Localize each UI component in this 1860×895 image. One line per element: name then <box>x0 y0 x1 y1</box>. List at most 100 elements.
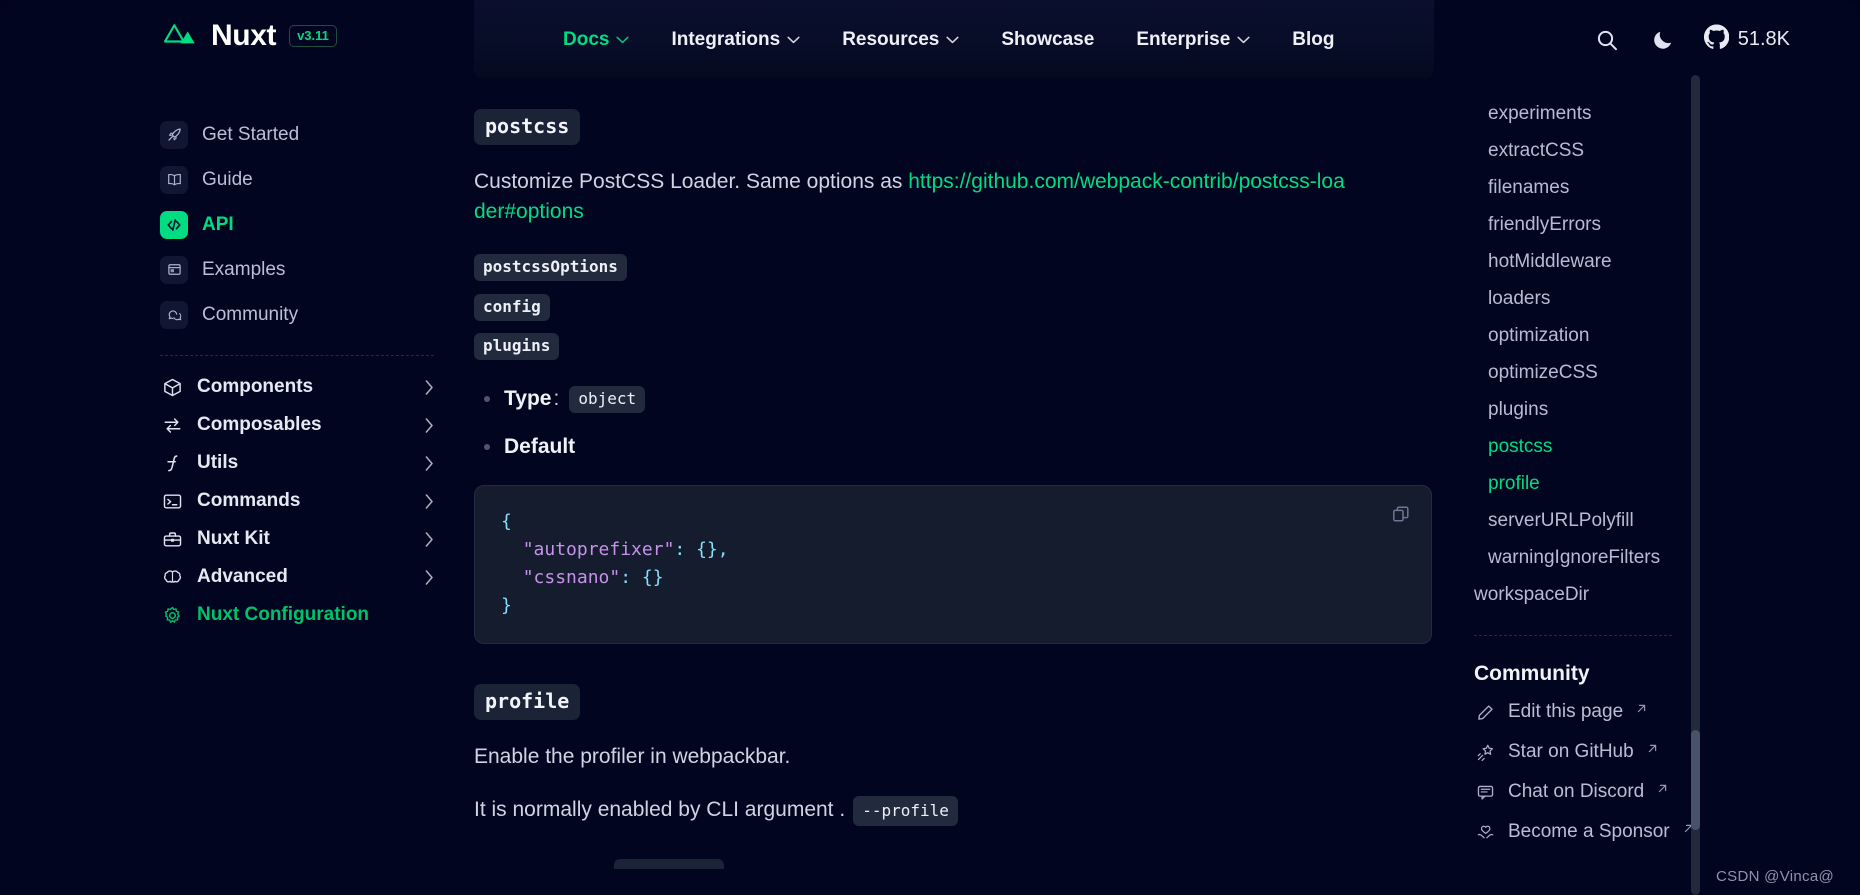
copy-icon[interactable] <box>1391 504 1413 526</box>
postcss-option-config: config <box>474 293 1434 321</box>
shooting-star-icon <box>1474 741 1496 763</box>
section-heading-postcss: postcss <box>474 109 1434 145</box>
nav-label: Showcase <box>1001 28 1095 50</box>
nav-item-showcase[interactable]: Showcase <box>980 29 1115 51</box>
sidebar-group-utils[interactable]: Utils <box>160 444 434 482</box>
brand-name: Nuxt <box>211 19 277 52</box>
main-content: postcss Customize PostCSS Loader. Same o… <box>474 79 1474 895</box>
chevron-right-icon <box>425 455 433 471</box>
sidebar-group-label: Nuxt Kit <box>197 528 270 549</box>
nav-label: Enterprise <box>1136 28 1231 50</box>
toc-item-postcss[interactable]: postcss <box>1474 428 1800 465</box>
chevron-down-icon <box>787 36 800 43</box>
sidebar-item-examples[interactable]: Examples <box>160 247 434 292</box>
toc-item-optimizecss[interactable]: optimizeCSS <box>1474 354 1800 391</box>
github-star-count: 51.8K <box>1737 28 1790 50</box>
community-title: Community <box>1474 662 1590 685</box>
nav-item-integrations[interactable]: Integrations <box>650 29 821 51</box>
community-link-edit-this-page[interactable]: Edit this page <box>1474 692 1800 732</box>
sidebar-group-commands[interactable]: Commands <box>160 482 434 520</box>
book-icon <box>160 165 188 194</box>
community-link-star-on-github[interactable]: Star on GitHub <box>1474 732 1800 772</box>
toc-item-profile[interactable]: profile <box>1474 465 1800 502</box>
toolbox-icon <box>160 527 184 551</box>
sidebar-item-label: API <box>202 213 234 235</box>
default-value-codeblock: { "autoprefixer": {}, "cssnano": {} } <box>474 484 1432 645</box>
option-chip: config <box>474 293 550 321</box>
sidebar-group-nuxt-configuration[interactable]: Nuxt Configuration <box>160 596 434 634</box>
sidebar-group-advanced[interactable]: Advanced <box>160 558 434 596</box>
default-label: Default <box>504 434 576 458</box>
type-value-chip: object <box>569 385 646 413</box>
page-scrollbar-track[interactable] <box>1691 75 1700 895</box>
pencil-icon <box>1474 701 1496 723</box>
toc-item-plugins[interactable]: plugins <box>1474 391 1800 428</box>
description-text: Customize PostCSS Loader. Same options a… <box>474 170 909 193</box>
sidebar-item-label: Guide <box>202 168 253 190</box>
sidebar-item-community[interactable]: Community <box>160 292 434 337</box>
search-icon[interactable] <box>1592 25 1622 55</box>
toc-item-warningignorefilters[interactable]: warningIgnoreFilters <box>1474 539 1800 576</box>
nav-item-resources[interactable]: Resources <box>821 29 980 51</box>
sidebar-group-composables[interactable]: Composables <box>160 406 434 444</box>
sidebar-item-label: Community <box>202 303 299 325</box>
profile-note: It is normally enabled by CLI argument .… <box>474 795 1354 826</box>
chevron-right-icon <box>425 493 433 509</box>
list-item: Default <box>474 435 1434 459</box>
nav-label: Integrations <box>671 28 781 50</box>
type-row: Type: object <box>504 385 646 413</box>
nav-item-blog[interactable]: Blog <box>1271 29 1355 51</box>
chevron-right-icon <box>425 569 433 585</box>
sidebar-item-guide[interactable]: Guide <box>160 157 434 202</box>
brand[interactable]: Nuxt v3.11 <box>160 20 337 52</box>
toc-item-loaders[interactable]: loaders <box>1474 280 1800 317</box>
external-link-icon <box>1659 784 1667 792</box>
rocket-icon <box>160 120 188 149</box>
toc-item-friendlyerrors[interactable]: friendlyErrors <box>1474 206 1800 243</box>
toc-item-hotmiddleware[interactable]: hotMiddleware <box>1474 243 1800 280</box>
option-chip: plugins <box>474 332 560 360</box>
page-scrollbar-thumb[interactable] <box>1691 730 1700 830</box>
option-chip: postcssOptions <box>474 253 627 281</box>
community-link-chat-on-discord[interactable]: Chat on Discord <box>1474 772 1800 812</box>
type-separator: : <box>553 387 560 411</box>
heading-code-chip: profile <box>474 684 581 721</box>
left-sidebar: Get Started Guide API Examples Community <box>0 79 474 895</box>
sidebar-group-nuxt-kit[interactable]: Nuxt Kit <box>160 520 434 558</box>
sidebar-group-components[interactable]: Components <box>160 368 434 406</box>
toc-item-experiments[interactable]: experiments <box>1474 95 1800 132</box>
toc-item-workspacedir[interactable]: workspaceDir <box>1474 576 1800 613</box>
community-link-label: Chat on Discord <box>1508 781 1645 802</box>
toc-item-filenames[interactable]: filenames <box>1474 169 1800 206</box>
sidebar-item-api[interactable]: API <box>160 202 434 247</box>
section-heading-profile: profile <box>474 684 1434 721</box>
toc-item-serverurlpolyfill[interactable]: serverURLPolyfill <box>1474 502 1800 539</box>
nuxt-logo-icon <box>160 20 200 52</box>
community-link-label: Star on GitHub <box>1508 741 1634 762</box>
postcss-option-postcssoptions: postcssOptions <box>474 253 1434 281</box>
community-link-label: Become a Sponsor <box>1508 821 1670 842</box>
right-sidebar-toc: experiments extractCSS filenames friendl… <box>1474 79 1860 895</box>
toc-item-extractcss[interactable]: extractCSS <box>1474 132 1800 169</box>
bullet-dot-icon <box>484 396 490 403</box>
site-header: Nuxt v3.11 Docs Integrations Resources S… <box>0 0 1860 79</box>
sidebar-group-label: Components <box>197 376 314 397</box>
window-icon <box>160 255 188 284</box>
gear-icon <box>160 603 184 627</box>
community-link-become-a-sponsor[interactable]: Become a Sponsor <box>1474 812 1800 852</box>
note-suffix: . <box>839 797 846 821</box>
nav-item-enterprise[interactable]: Enterprise <box>1115 29 1271 51</box>
toc-item-optimization[interactable]: optimization <box>1474 317 1800 354</box>
sidebar-item-get-started[interactable]: Get Started <box>160 112 434 157</box>
chevron-down-icon <box>946 36 959 43</box>
github-stars-link[interactable]: 51.8K <box>1703 24 1790 55</box>
type-label: Type <box>504 387 552 411</box>
nav-item-docs[interactable]: Docs <box>542 29 650 51</box>
moon-icon[interactable] <box>1648 25 1678 55</box>
external-link-icon <box>1648 744 1656 752</box>
sidebar-divider <box>160 355 434 356</box>
nav-label: Docs <box>563 28 610 50</box>
version-badge: v3.11 <box>289 25 337 47</box>
main-nav: Docs Integrations Resources Showcase Ent… <box>542 0 1356 79</box>
terminal-icon <box>160 489 184 513</box>
